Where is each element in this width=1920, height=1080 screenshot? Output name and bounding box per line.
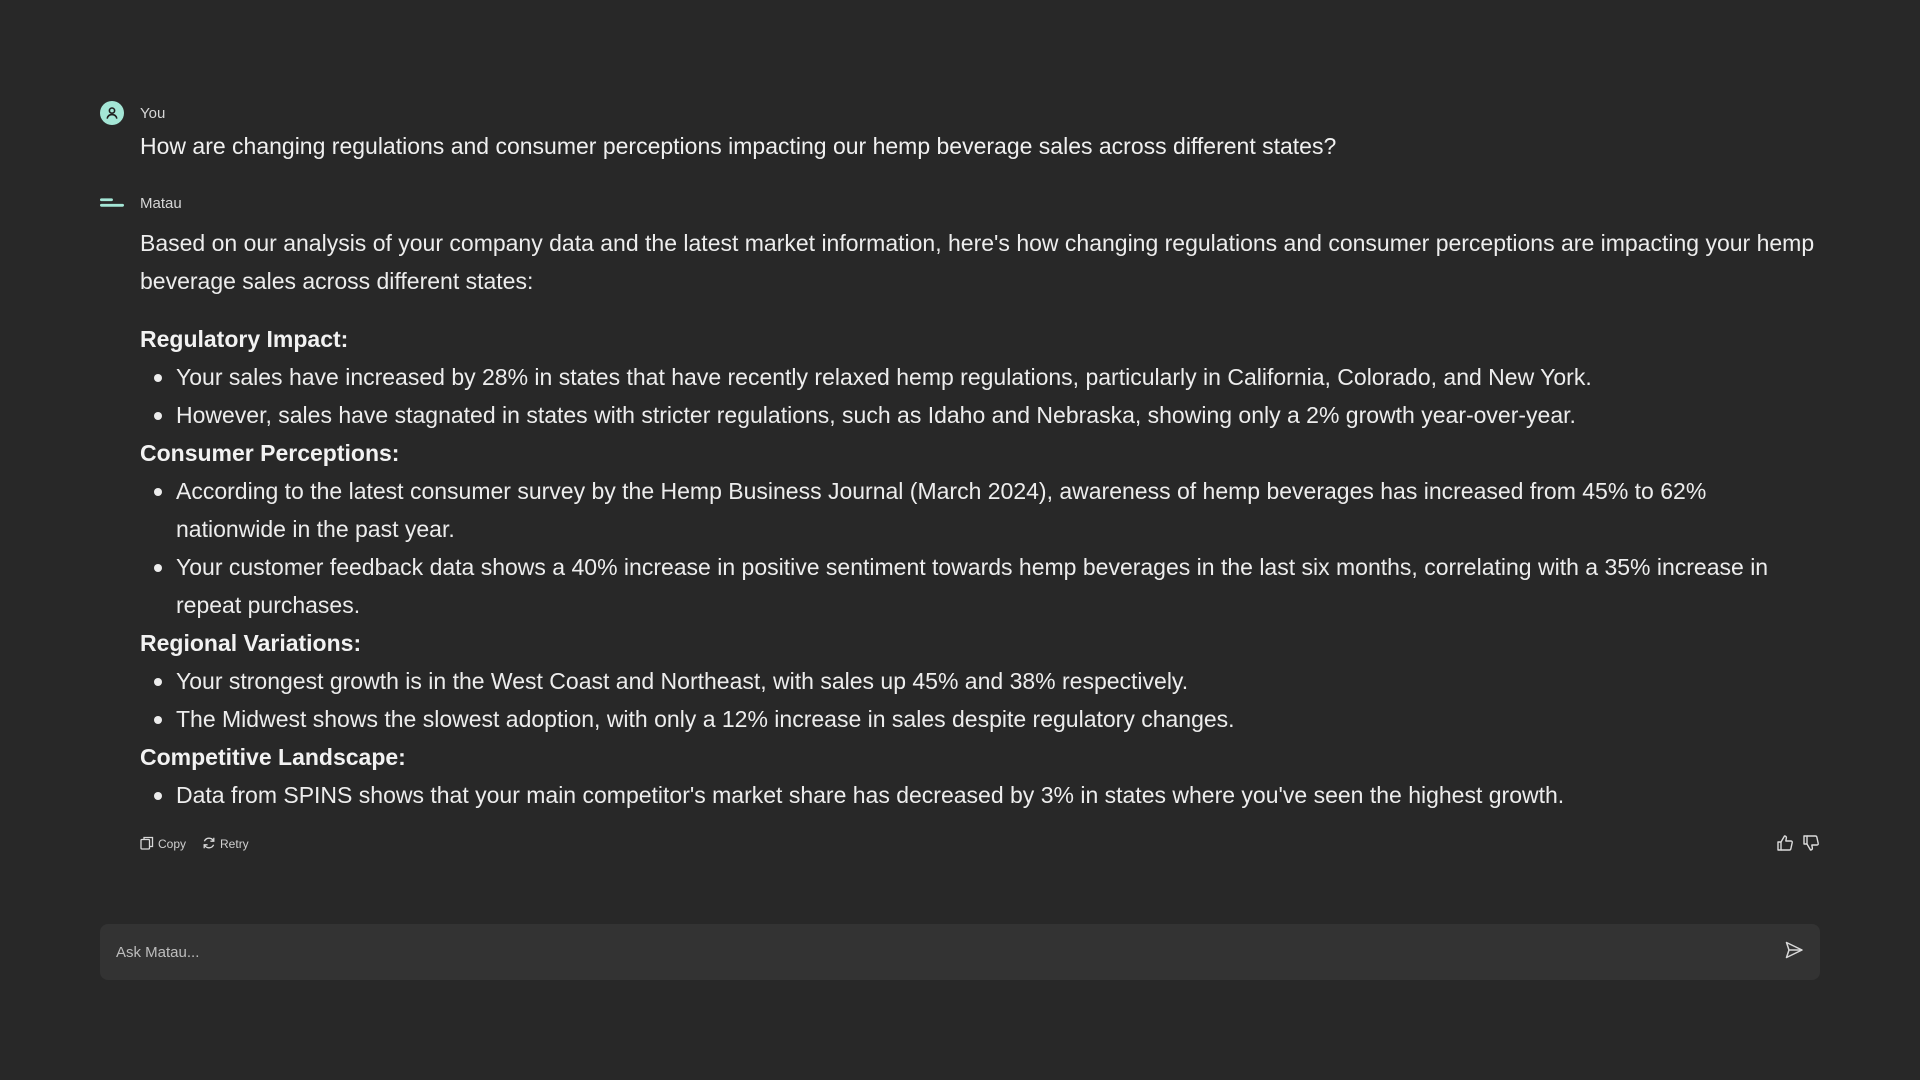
section-title: Regulatory Impact: [140, 326, 349, 352]
section-title: Regional Variations: [140, 630, 362, 656]
user-message-header: You [100, 100, 1820, 126]
copy-button[interactable]: Copy [140, 836, 186, 853]
assistant-message: Matau Based on our analysis of your comp… [100, 190, 1820, 854]
copy-label: Copy [158, 837, 187, 851]
send-button[interactable] [1774, 932, 1814, 972]
chat-composer [100, 924, 1820, 980]
chat-thread: You How are changing regulations and con… [100, 100, 1820, 854]
thumbs-down-button[interactable] [1802, 834, 1820, 857]
list-item: Your customer feedback data shows a 40% … [154, 548, 1820, 624]
matau-logo-icon [100, 191, 124, 215]
assistant-author-name: Matau [140, 194, 182, 212]
user-message-text: How are changing regulations and consume… [140, 133, 1337, 159]
list-item: Data from SPINS shows that your main com… [154, 776, 1820, 814]
ask-input[interactable] [100, 942, 1774, 962]
thumbs-up-icon [1776, 834, 1794, 857]
list-item: Your sales have increased by 28% in stat… [154, 358, 1820, 396]
feedback-buttons [1776, 834, 1820, 857]
list-item: According to the latest consumer survey … [154, 472, 1820, 548]
assistant-message-header: Matau [100, 190, 1820, 216]
assistant-intro: Based on our analysis of your company da… [140, 230, 1815, 294]
section-title: Competitive Landscape: [140, 744, 406, 770]
section-list: Your strongest growth is in the West Coa… [140, 662, 1820, 738]
list-item: Your strongest growth is in the West Coa… [154, 662, 1820, 700]
copy-icon [140, 836, 158, 853]
section-list: Data from SPINS shows that your main com… [140, 776, 1820, 814]
section-list: Your sales have increased by 28% in stat… [140, 358, 1820, 434]
retry-button[interactable]: Retry [202, 836, 249, 853]
assistant-message-body: Based on our analysis of your company da… [140, 224, 1820, 814]
user-avatar-icon [100, 101, 124, 125]
thumbs-up-button[interactable] [1776, 834, 1794, 857]
section-list: According to the latest consumer survey … [140, 472, 1820, 624]
section-title: Consumer Perceptions: [140, 440, 400, 466]
retry-icon [202, 836, 220, 853]
list-item: The Midwest shows the slowest adoption, … [154, 700, 1820, 738]
list-item: However, sales have stagnated in states … [154, 396, 1820, 434]
send-icon [1784, 940, 1804, 965]
retry-label: Retry [220, 837, 249, 851]
message-actions: Copy Retry [140, 834, 1820, 854]
user-author-name: You [140, 104, 166, 122]
user-message: You How are changing regulations and con… [100, 100, 1820, 162]
thumbs-down-icon [1802, 834, 1820, 857]
